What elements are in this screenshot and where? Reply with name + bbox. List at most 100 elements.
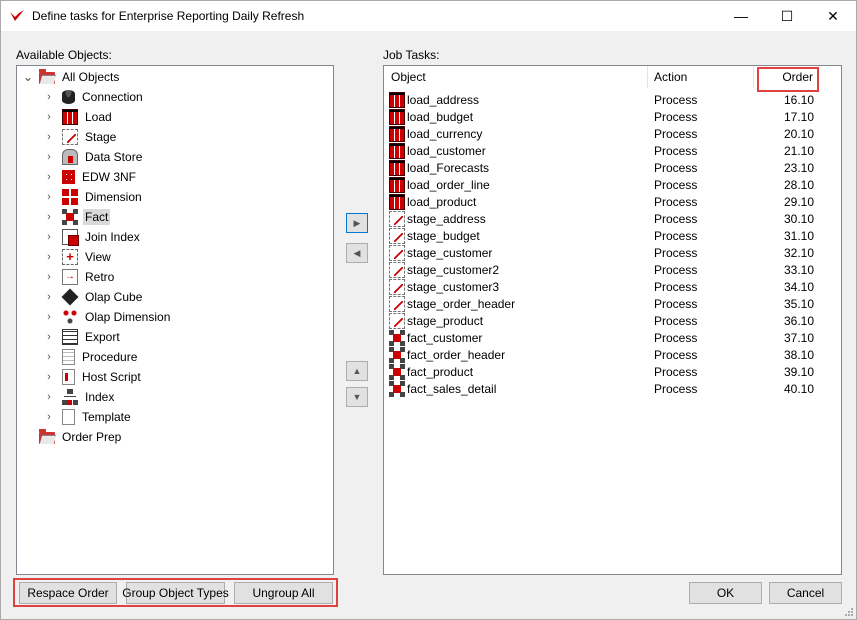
table-row[interactable]: fact_product Process 39.10 <box>384 364 830 381</box>
table-row[interactable]: load_product Process 29.10 <box>384 194 830 211</box>
tree-item-olap-dimension[interactable]: › Olap Dimension <box>44 307 172 327</box>
minimize-button[interactable]: — <box>718 1 764 31</box>
tree-item-label: Load <box>85 110 112 124</box>
respace-order-button[interactable]: Respace Order <box>19 582 117 604</box>
close-button[interactable]: ✕ <box>810 1 856 31</box>
tree-item-procedure[interactable]: › Procedure <box>44 347 139 367</box>
column-header-action[interactable]: Action <box>648 66 754 88</box>
table-row[interactable]: fact_customer Process 37.10 <box>384 330 830 347</box>
maximize-button[interactable]: ☐ <box>764 1 810 31</box>
tree-item-order-prep[interactable]: Order Prep <box>39 427 123 447</box>
task-object-name: stage_product <box>407 314 484 328</box>
maximize-icon: ☐ <box>780 7 794 24</box>
task-order: 32.10 <box>783 246 814 260</box>
table-row[interactable]: stage_budget Process 31.10 <box>384 228 830 245</box>
table-row[interactable]: load_currency Process 20.10 <box>384 126 830 143</box>
expand-chevron-icon[interactable]: › <box>44 107 54 127</box>
add-to-job-button[interactable]: ▶ <box>346 213 368 233</box>
expand-chevron-icon[interactable]: › <box>44 187 54 207</box>
expand-chevron-icon[interactable]: › <box>44 387 54 407</box>
expand-chevron-icon[interactable]: › <box>44 287 54 307</box>
resize-grip-icon[interactable] <box>844 607 854 617</box>
table-row[interactable]: stage_order_header Process 35.10 <box>384 296 830 313</box>
job-tasks-list[interactable]: Object Action Order load_address Process 1… <box>383 65 842 575</box>
expand-chevron-icon[interactable]: › <box>44 407 54 427</box>
arrow-right-icon: ▶ <box>353 217 361 228</box>
task-object-name: stage_budget <box>407 229 480 243</box>
stage-table-icon <box>389 245 405 261</box>
tree-item-join-index[interactable]: › Join Index <box>44 227 142 247</box>
remove-from-job-button[interactable]: ◀ <box>346 243 368 263</box>
expand-chevron-icon[interactable]: › <box>44 367 54 387</box>
table-row[interactable]: fact_sales_detail Process 40.10 <box>384 381 830 398</box>
move-down-button[interactable]: ▼ <box>346 387 368 407</box>
app-logo-icon <box>10 10 24 21</box>
table-row[interactable]: stage_customer Process 32.10 <box>384 245 830 262</box>
tree-item-export[interactable]: › Export <box>44 327 122 347</box>
collapse-chevron-icon[interactable]: ⌄ <box>23 67 34 87</box>
expand-chevron-icon[interactable]: › <box>44 127 54 147</box>
task-order: 36.10 <box>783 314 814 328</box>
tree-item-data-store[interactable]: › Data Store <box>44 147 144 167</box>
table-row[interactable]: stage_product Process 36.10 <box>384 313 830 330</box>
task-action: Process <box>654 348 698 362</box>
tree-item-template[interactable]: › Template <box>44 407 133 427</box>
tree-item-index[interactable]: › Index <box>44 387 116 407</box>
table-row[interactable]: load_address Process 16.10 <box>384 92 830 109</box>
task-object-name: fact_product <box>407 365 474 379</box>
tree-item-connection[interactable]: › Connection <box>44 87 145 107</box>
expand-chevron-icon[interactable]: › <box>44 227 54 247</box>
available-objects-label: Available Objects: <box>16 48 112 62</box>
table-row[interactable]: load_customer Process 21.10 <box>384 143 830 160</box>
expand-chevron-icon[interactable]: › <box>44 167 54 187</box>
cancel-button[interactable]: Cancel <box>769 582 842 604</box>
tree-item-load[interactable]: › Load <box>44 107 114 127</box>
expand-chevron-icon[interactable]: › <box>44 87 54 107</box>
tree-item-retro[interactable]: › → Retro <box>44 267 116 287</box>
column-header-object[interactable]: Object <box>384 66 648 88</box>
tree-item-host-script[interactable]: › Host Script <box>44 367 143 387</box>
load-table-icon <box>389 160 405 176</box>
expand-chevron-icon[interactable]: › <box>44 207 54 227</box>
expand-chevron-icon[interactable]: › <box>44 327 54 347</box>
group-object-types-button[interactable]: Group Object Types <box>122 582 229 604</box>
tree-item-label: Template <box>82 410 131 424</box>
expand-chevron-icon[interactable]: › <box>44 347 54 367</box>
tree-item-view[interactable]: › + View <box>44 247 113 267</box>
tree-item-label: Data Store <box>85 150 143 164</box>
move-up-button[interactable]: ▲ <box>346 361 368 381</box>
expand-chevron-icon[interactable]: › <box>44 147 54 167</box>
tree-item-label: Stage <box>85 130 117 144</box>
fact-icon <box>389 347 405 363</box>
ungroup-all-button[interactable]: Ungroup All <box>234 582 333 604</box>
table-row[interactable]: load_order_line Process 28.10 <box>384 177 830 194</box>
tree-item-dimension[interactable]: › Dimension <box>44 187 144 207</box>
task-object-name: load_order_line <box>407 178 490 192</box>
expand-chevron-icon[interactable]: › <box>44 247 54 267</box>
expand-chevron-icon[interactable]: › <box>44 307 54 327</box>
table-row[interactable]: fact_order_header Process 38.10 <box>384 347 830 364</box>
table-row[interactable]: stage_customer2 Process 33.10 <box>384 262 830 279</box>
task-action: Process <box>654 212 698 226</box>
tree-item-edw-3nf[interactable]: › EDW 3NF <box>44 167 138 187</box>
load-table-icon <box>389 126 405 142</box>
tree-item-fact[interactable]: › Fact <box>44 207 111 227</box>
title-bar: Define tasks for Enterprise Reporting Da… <box>1 1 856 31</box>
available-objects-tree[interactable]: ⌄ All Objects › Connection › Load › Stage › Dat… <box>16 65 334 575</box>
table-row[interactable]: load_Forecasts Process 23.10 <box>384 160 830 177</box>
fact-icon <box>389 330 405 346</box>
table-row[interactable]: stage_customer3 Process 34.10 <box>384 279 830 296</box>
olap-cube-icon <box>61 288 79 306</box>
task-action: Process <box>654 161 698 175</box>
table-row[interactable]: load_budget Process 17.10 <box>384 109 830 126</box>
expand-chevron-icon[interactable]: › <box>44 267 54 287</box>
tree-item-label: Dimension <box>85 190 142 204</box>
table-row[interactable]: stage_address Process 30.10 <box>384 211 830 228</box>
tree-item-stage[interactable]: › Stage <box>44 127 118 147</box>
procedure-icon <box>62 349 75 365</box>
tree-item-all-objects[interactable]: ⌄ All Objects <box>23 67 121 87</box>
ok-button[interactable]: OK <box>689 582 762 604</box>
tree-item-label: Join Index <box>85 230 140 244</box>
tree-item-olap-cube[interactable]: › Olap Cube <box>44 287 144 307</box>
arrow-up-icon: ▲ <box>352 366 362 376</box>
